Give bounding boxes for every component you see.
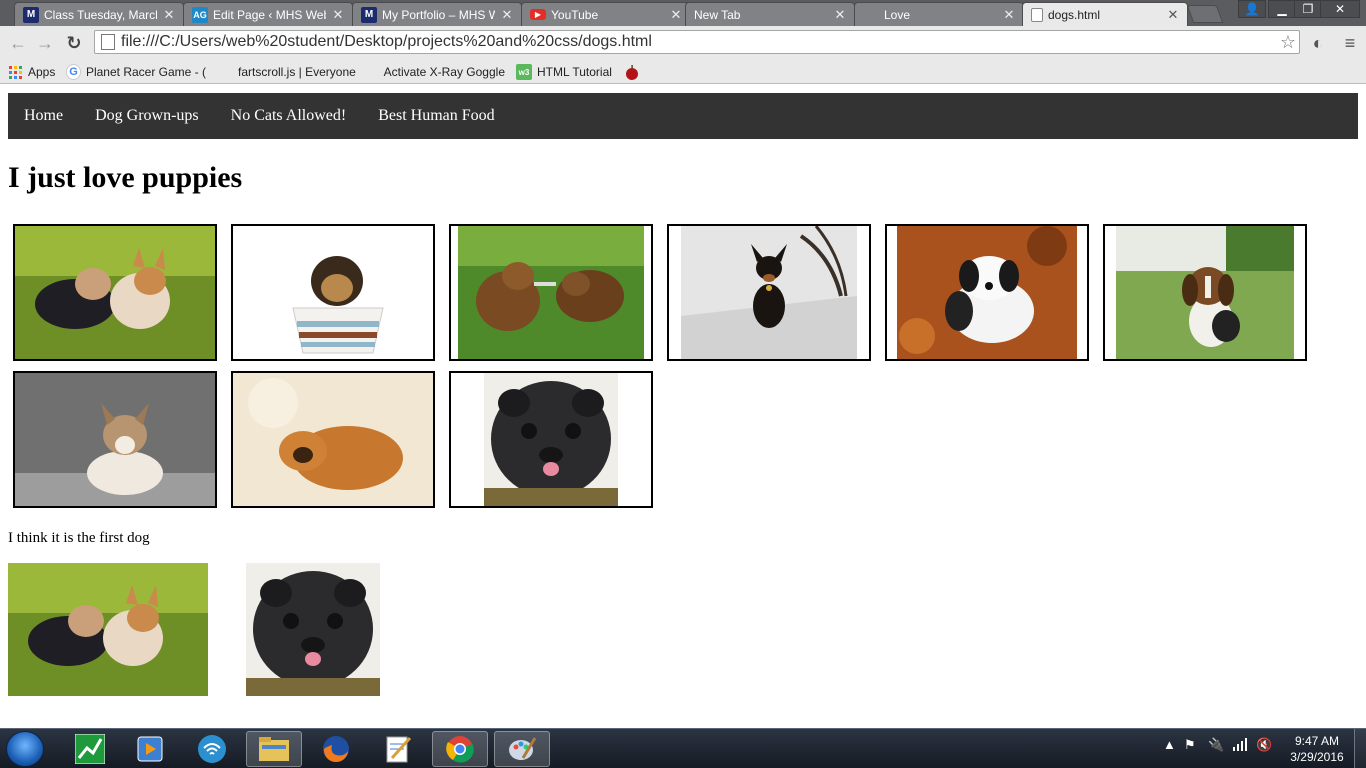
husky-corgi-puppy-thumbnail[interactable] (13, 371, 217, 508)
bookmark-label: Activate X-Ray Goggle (383, 65, 505, 79)
new-tab-button[interactable] (1186, 5, 1224, 23)
bookmark-label: Planet Racer Game - ( (85, 65, 206, 79)
page-title: I just love puppies (8, 161, 243, 194)
miniature-pinscher-thumbnail[interactable] (667, 224, 871, 361)
bookmark-fartscroll[interactable]: fartscroll.js | Everyone (217, 62, 357, 82)
page-viewport: Home Dog Grown-ups No Cats Allowed! Best… (0, 85, 1366, 728)
dachshund-puppies-thumbnail[interactable] (449, 224, 653, 361)
caption-text: I think it is the first dog (8, 530, 150, 546)
firefox-icon[interactable] (308, 731, 364, 767)
tab-label: New Tab (694, 7, 741, 22)
tab-love[interactable]: Love ✕ (854, 2, 1024, 26)
ag-logo-icon: AG (192, 6, 208, 23)
tab-dogs-html[interactable]: dogs.html ✕ (1022, 2, 1188, 26)
sleeping-puppy-sand-thumbnail[interactable] (231, 371, 435, 508)
user-profile-icon[interactable]: 👤 (1238, 0, 1266, 18)
page-icon (1031, 7, 1043, 22)
tab-label: dogs.html (1048, 7, 1101, 22)
tab-label: My Portfolio – MHS W (382, 7, 495, 22)
bookmark-label: HTML Tutorial (537, 65, 612, 79)
bookmark-apple[interactable] (624, 62, 645, 82)
green-chart-app-icon[interactable] (62, 731, 118, 767)
nav-link-best-human-food[interactable]: Best Human Food (378, 107, 494, 125)
bookmark-label: Apps (28, 65, 56, 79)
action-center-flag-icon[interactable]: ⚑ (1184, 737, 1196, 753)
clock-date: 3/29/2016 (1290, 750, 1344, 764)
notepad-icon[interactable] (370, 731, 426, 767)
network-signal-icon[interactable] (1232, 737, 1248, 754)
tab-label: Love (884, 7, 911, 22)
power-plug-icon[interactable]: 🔌 (1208, 737, 1224, 753)
apps-grid-icon (7, 64, 23, 80)
yorkie-teacup-thumbnail[interactable] (231, 224, 435, 361)
tab-edit-page[interactable]: AG Edit Page ‹ MHS Web ✕ (183, 2, 353, 26)
close-icon[interactable]: ✕ (1003, 7, 1015, 23)
bookmark-star-icon[interactable]: ☆ (1277, 32, 1299, 53)
clock-time: 9:47 AM (1294, 734, 1340, 748)
tab-strip: M Class Tuesday, March ✕ AG Edit Page ‹ … (0, 0, 1366, 26)
page-icon (101, 34, 115, 50)
close-icon[interactable]: ✕ (163, 7, 175, 23)
tab-my-portfolio[interactable]: M My Portfolio – MHS W ✕ (352, 2, 522, 26)
beagle-puppy-thumbnail[interactable] (1103, 224, 1307, 361)
wifi-app-icon[interactable] (184, 731, 240, 767)
saint-bernard-puppy-thumbnail[interactable] (885, 224, 1089, 361)
restore-button[interactable]: ❐ (1294, 0, 1322, 18)
browser-toolbar: ← → ↻ ☆ ◐ ≡ (0, 26, 1366, 59)
blank-favicon-icon (863, 7, 879, 23)
bookmarks-bar: Apps G Planet Racer Game - ( fartscroll.… (0, 59, 1366, 84)
tab-new-tab[interactable]: New Tab ✕ (685, 2, 855, 26)
google-icon: G (66, 64, 81, 80)
extension-icon[interactable]: ◐ (1306, 31, 1330, 55)
paint-icon[interactable] (494, 731, 550, 767)
address-input[interactable] (121, 32, 1277, 52)
bookmark-xray-goggles[interactable]: Activate X-Ray Goggle (367, 62, 505, 82)
bookmark-html-tutorial[interactable]: w3 HTML Tutorial (516, 62, 612, 82)
page-icon (217, 64, 233, 80)
bookmark-label: fartscroll.js | Everyone (238, 65, 356, 79)
forward-arrow-icon[interactable]: → (33, 31, 57, 55)
tab-class-tuesday[interactable]: M Class Tuesday, March ✕ (14, 2, 184, 26)
site-nav-bar: Home Dog Grown-ups No Cats Allowed! Best… (8, 93, 1358, 139)
system-clock[interactable]: 9:47 AM 3/29/2016 (1286, 733, 1348, 765)
corgi-puppies-thumbnail[interactable] (13, 224, 217, 361)
back-arrow-icon[interactable]: ← (6, 31, 30, 55)
volume-muted-icon[interactable]: 🔇 (1256, 737, 1272, 753)
nav-link-home[interactable]: Home (24, 107, 63, 125)
media-player-icon[interactable] (122, 731, 178, 767)
close-icon[interactable]: ✕ (670, 7, 682, 23)
bookmark-apps[interactable]: Apps (7, 62, 55, 82)
address-bar[interactable]: ☆ (94, 30, 1300, 54)
close-icon[interactable]: ✕ (501, 7, 513, 23)
apple-icon (624, 64, 640, 80)
tab-label: YouTube (551, 7, 599, 22)
menu-icon[interactable]: ≡ (1338, 31, 1362, 55)
m-logo-icon: M (23, 6, 39, 23)
reload-icon[interactable]: ↻ (62, 31, 86, 55)
page-icon (367, 64, 379, 80)
show-hidden-icons-arrow[interactable]: ▲ (1163, 737, 1176, 752)
m-logo-icon: M (361, 6, 377, 23)
close-icon[interactable]: ✕ (332, 7, 344, 23)
close-icon[interactable]: ✕ (834, 7, 846, 23)
youtube-icon: ▶ (530, 9, 546, 20)
tab-youtube[interactable]: ▶ YouTube ✕ (521, 2, 691, 26)
close-window-button[interactable]: ✕ (1320, 0, 1360, 18)
tab-label: Class Tuesday, March (44, 7, 157, 22)
nav-link-no-cats-allowed[interactable]: No Cats Allowed! (231, 107, 347, 125)
w3-icon: w3 (516, 64, 532, 80)
corgi-puppies-image (8, 563, 208, 696)
chrome-icon[interactable] (432, 731, 488, 767)
tab-label: Edit Page ‹ MHS Web (213, 7, 326, 22)
file-explorer-icon[interactable] (246, 731, 302, 767)
close-icon[interactable]: ✕ (1167, 7, 1179, 23)
minimize-button[interactable]: ▁ (1268, 0, 1296, 18)
nav-link-dog-grown-ups[interactable]: Dog Grown-ups (95, 107, 199, 125)
pug-image (246, 563, 380, 696)
pug-thumbnail[interactable] (449, 371, 653, 508)
bookmark-planet-racer[interactable]: G Planet Racer Game - ( (66, 62, 206, 82)
windows-taskbar: ▲ ⚑ 🔌 🔇 9:47 AM 3/29/2016 (0, 728, 1366, 768)
show-desktop-button[interactable] (1354, 729, 1366, 768)
windows-start-button[interactable] (6, 731, 44, 767)
